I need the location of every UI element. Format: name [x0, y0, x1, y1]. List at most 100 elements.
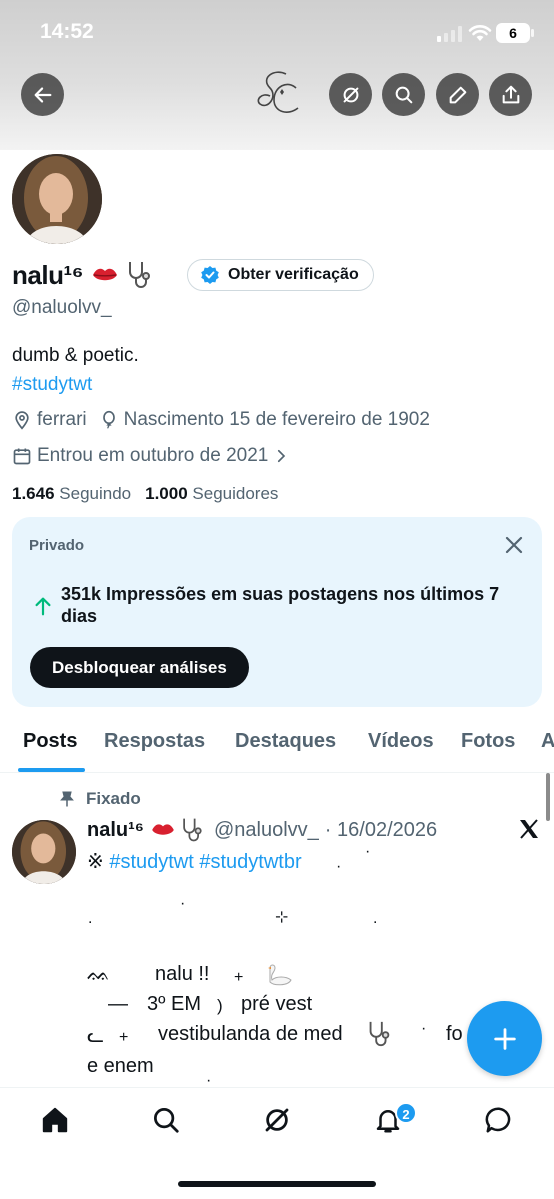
grok-nav-icon[interactable] [262, 1105, 292, 1135]
chevron-right-icon [278, 449, 286, 463]
search-button[interactable] [382, 73, 425, 116]
joined-item[interactable]: Entrou em outubro de 2021 [12, 445, 295, 467]
decor-dot: . [373, 910, 378, 927]
lips-icon [93, 268, 118, 281]
post-author-name[interactable]: nalu¹⁶ [87, 819, 144, 842]
decor-dot: . [88, 910, 93, 927]
home-icon[interactable] [40, 1105, 70, 1135]
balloon-icon [102, 410, 115, 429]
tab-posts[interactable]: Posts [23, 730, 77, 753]
avatar-photo [12, 154, 102, 244]
swan-icon [268, 964, 292, 986]
wifi-icon [468, 25, 492, 41]
decor-plus: + [234, 969, 244, 986]
edit-profile-button[interactable] [436, 73, 479, 116]
joined-row: Entrou em outubro de 2021 [12, 443, 307, 469]
post-hashtags[interactable]: #studytwt #studytwtbr [109, 851, 301, 873]
analytics-card: Privado 351k Impressões em suas postagen… [12, 517, 542, 707]
battery-indicator: 6 [496, 23, 530, 43]
verified-badge-icon [201, 266, 219, 284]
impressions-text: 351k Impressões em suas postagens nos úl… [61, 584, 500, 626]
tab-photos[interactable]: Fotos [461, 730, 515, 753]
post-vest: vestibulanda de med [158, 1023, 343, 1045]
profile-avatar[interactable] [8, 150, 106, 248]
get-verified-button[interactable]: Obter verificação [187, 259, 374, 291]
grok-button[interactable] [329, 73, 372, 116]
post-header: nalu¹⁶ @naluolvv_ · 16/02/2026 [87, 816, 437, 844]
followers-count: 1.000 [145, 484, 188, 503]
post-fo-text: fo [446, 1023, 463, 1045]
get-verified-label: Obter verificação [228, 266, 359, 283]
back-arrow-icon [34, 86, 51, 103]
profile-name-row: nalu¹⁶ [12, 255, 155, 295]
decor-dot: · [421, 1020, 427, 1037]
birthdate-item: Nascimento 15 de fevereiro de 1902 [99, 409, 430, 431]
share-icon [502, 85, 519, 103]
pinned-indicator: Fixado [58, 789, 141, 809]
tab-replies[interactable]: Respostas [104, 730, 205, 753]
post-stethoscope-icon [183, 818, 202, 842]
post-enem: e enem [87, 1055, 154, 1077]
profile-birthdate: Nascimento 15 de fevereiro de 1902 [123, 409, 430, 430]
post-grade: 3º EM [147, 993, 201, 1015]
post-avatar-photo [12, 820, 76, 884]
battery-tip [531, 29, 534, 37]
active-tab-indicator [18, 768, 85, 772]
following-count: 1.646 [12, 484, 55, 503]
post-avatar[interactable] [12, 820, 76, 884]
search-icon [395, 86, 412, 103]
followers-label: Seguidores [192, 484, 279, 503]
decor-dot: · [180, 895, 186, 912]
decor-dot: · [365, 843, 371, 860]
scrollbar[interactable] [546, 773, 550, 821]
post-hashtag-line: ※ #studytwt #studytwtbr [87, 849, 302, 874]
messages-icon[interactable] [484, 1105, 514, 1135]
following-link[interactable]: 1.646 Seguindo [12, 484, 131, 504]
decor-dot: · [336, 858, 342, 875]
share-button[interactable] [489, 73, 532, 116]
decor-plus: + [119, 1029, 129, 1046]
post-curl-symbol: ᨐ [87, 963, 111, 985]
post-grade-paren: ) [217, 996, 223, 1015]
location-pin-icon [15, 411, 29, 430]
pinned-label: Fixado [86, 789, 141, 808]
notifications-badge: 2 [395, 1102, 417, 1124]
post-date: · 16/02/2026 [324, 818, 438, 841]
post-line-name: nalu !! [155, 963, 210, 985]
calendar-icon [13, 448, 31, 465]
post-prefix-symbol: ※ [87, 851, 104, 873]
compose-post-button[interactable] [467, 1001, 542, 1076]
post-lips-icon [152, 824, 174, 835]
decor-sparkle: ⊹ [275, 909, 289, 926]
tab-highlights[interactable]: Destaques [235, 730, 336, 753]
pin-icon [60, 791, 74, 807]
tab-videos[interactable]: Vídeos [368, 730, 434, 753]
bio-hashtag-link[interactable]: #studytwt [12, 374, 92, 396]
followers-link[interactable]: 1.000 Seguidores [145, 484, 278, 504]
post-vest-prefix: ᓚ [87, 1025, 105, 1047]
status-time: 14:52 [40, 20, 94, 43]
plus-icon [493, 1027, 516, 1050]
stethoscope-icon [129, 262, 151, 288]
explore-search-icon[interactable] [151, 1105, 181, 1135]
post-author-handle[interactable]: @naluolvv_ [214, 819, 319, 842]
grok-icon [343, 87, 358, 102]
name-emojis [91, 259, 155, 291]
status-bar: 14:52 6 [0, 0, 554, 66]
tab-articles[interactable]: A [541, 730, 554, 753]
pencil-icon [449, 86, 466, 103]
trend-up-arrow-icon [35, 597, 51, 616]
back-button[interactable] [21, 73, 64, 116]
cellular-signal-icon [437, 26, 462, 42]
profile-joined: Entrou em outubro de 2021 [37, 445, 269, 466]
profile-handle: @naluolvv_ [12, 297, 112, 318]
banner-monogram-logo [257, 71, 299, 113]
unlock-analytics-button[interactable]: Desbloquear análises [30, 647, 249, 688]
post-grade-dash: — [108, 993, 128, 1015]
close-icon[interactable] [502, 533, 526, 557]
home-indicator [178, 1181, 376, 1187]
profile-display-name: nalu¹⁶ [12, 259, 84, 290]
x-logo-icon [520, 819, 538, 839]
profile-bio: dumb & poetic. [12, 345, 139, 366]
post-line-stethoscope-icon [369, 1021, 390, 1047]
